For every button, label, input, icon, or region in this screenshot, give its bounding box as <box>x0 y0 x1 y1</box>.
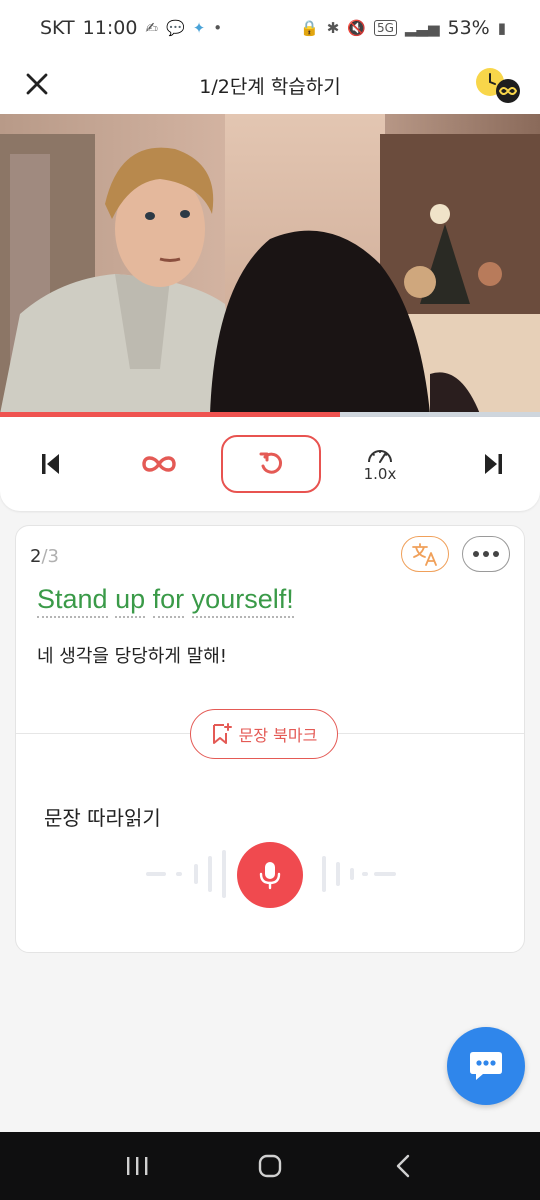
recent-apps-icon <box>126 1157 148 1175</box>
system-navigation-bar <box>0 1132 540 1200</box>
counter-total: 3 <box>47 546 59 567</box>
shadowing-title: 문장 따라읽기 <box>44 806 161 830</box>
bookmark-label: 문장 북마크 <box>238 726 318 745</box>
bookmark-add-icon <box>212 723 232 744</box>
page-title: 1/2단계 학습하기 <box>199 75 341 98</box>
microphone-icon <box>259 862 281 890</box>
loop-button[interactable] <box>130 435 188 493</box>
carrier: SKT <box>40 17 75 39</box>
more-dot-icon <box>493 551 499 557</box>
skip-previous-icon <box>42 454 59 474</box>
skip-next-icon <box>485 454 502 474</box>
translate-button[interactable] <box>401 536 449 572</box>
timer-infinity-badge[interactable] <box>474 64 520 106</box>
back-button[interactable] <box>373 1141 433 1191</box>
chat-bubble-icon: 💬 <box>166 19 185 37</box>
sentence-word[interactable]: up <box>115 584 146 618</box>
speedometer-icon <box>368 449 392 463</box>
battery-percent: 53% <box>447 17 490 39</box>
recent-apps-button[interactable] <box>107 1141 167 1191</box>
close-button[interactable] <box>20 64 54 104</box>
english-sentence: Stand up for yourself! <box>37 584 294 618</box>
home-button[interactable] <box>240 1141 300 1191</box>
clock: 11:00 <box>82 17 138 39</box>
next-sentence-button[interactable] <box>468 435 518 493</box>
dot-icon: • <box>213 19 223 37</box>
speed-label: 1.0x <box>363 464 397 483</box>
timer-infinity-icon <box>476 68 520 103</box>
bluetooth-icon: ✱ <box>326 19 340 37</box>
status-right: 🔒 ✱ 🔇 5G ▂▃▅ 53% ▮ <box>300 17 506 39</box>
replay-button[interactable] <box>221 435 321 493</box>
status-left: SKT 11:00 ✍ 💬 ✦ • <box>40 17 222 39</box>
sentence-card: 2/3 Stand up for yourself! 네 생각을 당당하게 말해… <box>15 525 525 953</box>
sparkle-icon: ✦ <box>192 19 206 37</box>
record-button[interactable] <box>237 842 303 908</box>
infinity-icon <box>142 456 176 472</box>
close-icon <box>26 73 48 95</box>
more-dot-icon <box>473 551 479 557</box>
counter-current: 2 <box>30 546 42 567</box>
more-options-button[interactable] <box>462 536 510 572</box>
mute-icon: 🔇 <box>347 19 366 37</box>
video-frame <box>0 114 540 414</box>
home-icon <box>258 1154 282 1178</box>
signal-icon: ▂▃▅ <box>404 19 440 37</box>
translate-icon <box>412 543 437 566</box>
video-player[interactable] <box>0 114 540 414</box>
korean-translation: 네 생각을 당당하게 말해! <box>37 646 227 667</box>
lock-icon: 🔒 <box>300 19 319 37</box>
sentence-word[interactable]: for <box>152 584 185 618</box>
playback-controls: 1.0x <box>0 417 540 511</box>
sentence-word[interactable]: yourself! <box>191 584 294 618</box>
battery-icon: ▮ <box>497 19 506 37</box>
app-header: 1/2단계 학습하기 <box>0 56 540 114</box>
chat-bubble-dots-icon <box>470 1052 502 1080</box>
chat-button[interactable] <box>447 1027 525 1105</box>
back-icon <box>397 1154 410 1178</box>
sentence-counter: 2/3 <box>30 546 59 567</box>
hand-icon: ✍ <box>145 19 158 37</box>
speed-button[interactable]: 1.0x <box>350 435 410 493</box>
replay-icon <box>259 452 283 474</box>
previous-sentence-button[interactable] <box>26 435 76 493</box>
sentence-bookmark-button[interactable]: 문장 북마크 <box>190 709 338 759</box>
more-dot-icon <box>483 551 489 557</box>
network-type: 5G <box>373 20 397 36</box>
status-bar: SKT 11:00 ✍ 💬 ✦ • 🔒 ✱ 🔇 5G ▂▃▅ 53% ▮ <box>0 0 540 56</box>
sentence-word[interactable]: Stand <box>37 584 108 618</box>
